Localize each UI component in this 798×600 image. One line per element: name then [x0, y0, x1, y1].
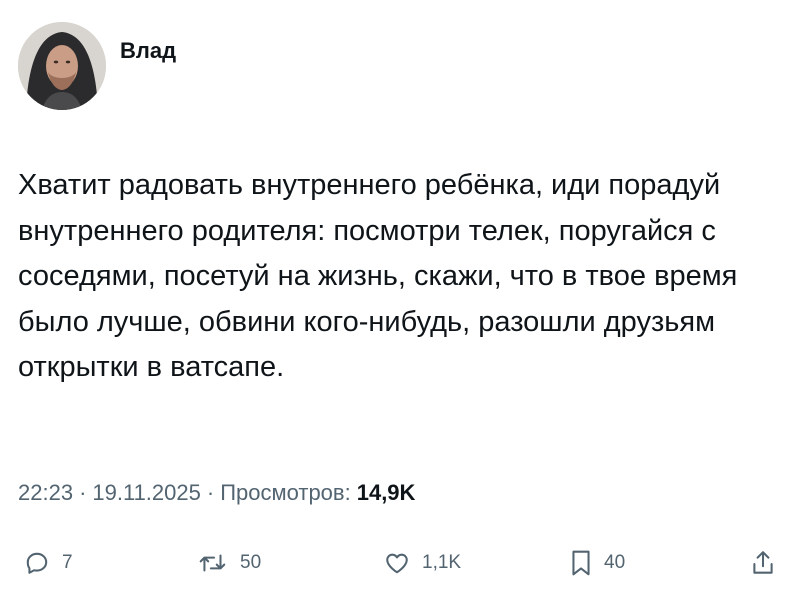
meta-separator: ·	[206, 480, 215, 505]
share-icon	[753, 551, 773, 574]
retweet-button[interactable]: 50	[198, 543, 261, 583]
reply-icon	[26, 552, 48, 574]
tweet-time[interactable]: 22:23	[18, 480, 73, 506]
tweet-date[interactable]: 19.11.2025	[92, 480, 200, 506]
reply-count: 7	[62, 552, 73, 573]
tweet-actions: 7 50 1,1K 40	[0, 543, 798, 583]
avatar[interactable]	[18, 22, 106, 110]
views-label: Просмотров:	[220, 480, 351, 505]
retweet-icon	[199, 554, 226, 572]
avatar-image	[18, 22, 106, 110]
like-button[interactable]: 1,1K	[384, 543, 461, 583]
tweet-meta: 22:23 · 19.11.2025 · Просмотров: 14,9K	[18, 480, 415, 506]
tweet-text: Хватит радовать внутреннего ребёнка, иди…	[18, 169, 738, 383]
tweet-card: Влад Хватит радовать внутреннего ребёнка…	[0, 0, 798, 600]
bookmark-count: 40	[604, 552, 626, 573]
views-count: 14,9K	[356, 480, 416, 505]
tweet-header: Влад	[18, 22, 176, 110]
bookmark-icon	[572, 550, 590, 576]
bookmark-button[interactable]: 40	[570, 543, 625, 583]
meta-separator: ·	[79, 480, 87, 505]
retweet-count: 50	[240, 552, 262, 573]
heart-icon	[386, 553, 408, 574]
share-button[interactable]	[750, 543, 776, 583]
author-name[interactable]: Влад	[120, 38, 176, 64]
like-count: 1,1K	[422, 552, 462, 573]
reply-button[interactable]: 7	[24, 543, 73, 583]
